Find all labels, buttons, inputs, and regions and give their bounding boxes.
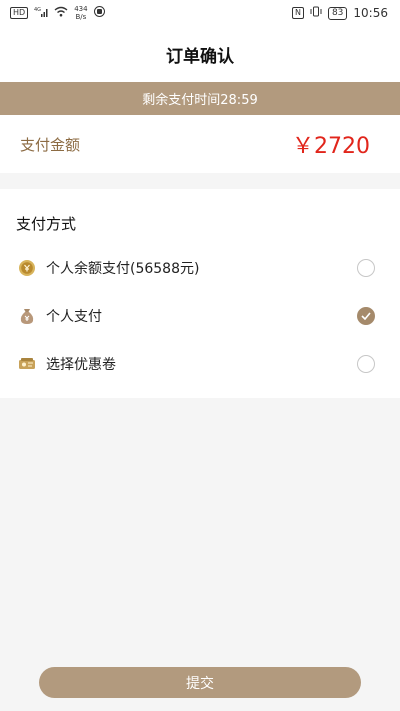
countdown-text: 剩余支付时间28:59 [142, 93, 258, 108]
amount-label: 支付金额 [20, 135, 81, 154]
network-type-label: 4G [34, 7, 41, 13]
status-bar-left: HD 4G 434 B/s [10, 5, 105, 21]
page-header: 订单确认 [0, 26, 400, 82]
payment-method-label: 个人支付 [46, 309, 102, 325]
payment-method-label: 个人余额支付(56588元) [46, 261, 200, 277]
payment-methods-card: 支付方式 个人余额支付(56588元) 个人支付 选择优惠卷 [0, 189, 400, 398]
coin-icon [18, 259, 36, 277]
app-notification-icon [93, 6, 105, 20]
network-speed-value: 434 [74, 5, 88, 13]
money-bag-icon [18, 307, 36, 325]
network-speed-unit: B/s [75, 13, 87, 21]
radio-unchecked-icon[interactable] [357, 355, 375, 373]
payment-method-balance[interactable]: 个人余额支付(56588元) [0, 248, 400, 288]
status-bar-right: N 83 10:56 [291, 6, 388, 20]
payment-amount-row: 支付金额 ￥2720 [0, 115, 400, 173]
payment-methods-title: 支付方式 [16, 215, 77, 233]
payment-method-coupon[interactable]: 选择优惠卷 [0, 344, 400, 384]
network-speed: 434 B/s [74, 5, 87, 21]
payment-method-label: 选择优惠卷 [46, 357, 116, 373]
payment-countdown-banner: 剩余支付时间28:59 [0, 82, 400, 115]
radio-unchecked-icon[interactable] [357, 259, 375, 277]
nfc-icon: N [291, 7, 304, 19]
signal-icon: 4G [34, 6, 48, 20]
clock: 10:56 [353, 6, 388, 20]
radio-checked-icon[interactable] [357, 307, 375, 325]
amount-value: ￥2720 [292, 134, 370, 159]
status-bar: HD 4G 434 B/s N 83 10:56 [0, 0, 400, 26]
battery-indicator: 83 [327, 6, 348, 20]
submit-button[interactable]: 提交 [39, 667, 361, 698]
wifi-icon [54, 6, 68, 20]
page-title: 订单确认 [166, 46, 234, 67]
payment-method-personal[interactable]: 个人支付 [0, 296, 400, 336]
vibrate-icon [310, 6, 322, 20]
hd-indicator: HD [10, 7, 29, 19]
coupon-icon [18, 355, 36, 373]
